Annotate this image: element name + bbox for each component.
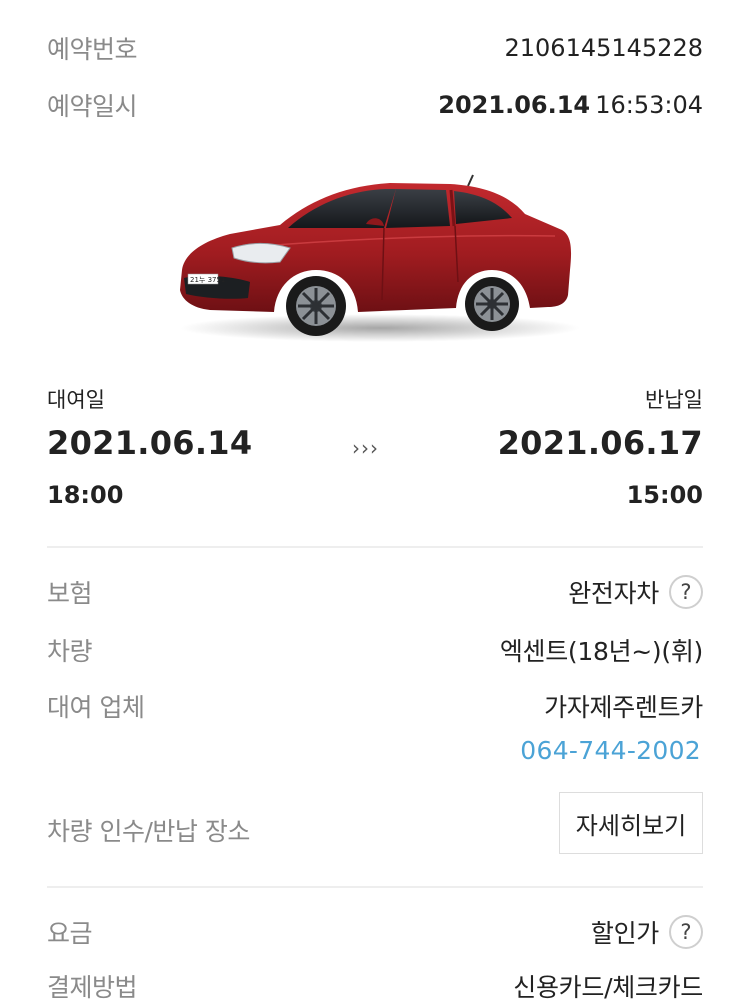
reservation-number-label: 예약번호 — [47, 35, 138, 64]
fee-value: 할인가 — [590, 919, 659, 948]
insurance-value-group: 완전자차 ? — [568, 574, 703, 610]
company-row: 대여 업체 가자제주렌트카 — [47, 688, 703, 724]
reservation-datetime: 2021.06.14 16:53:04 — [438, 91, 703, 119]
reservation-time-value: 16:53:04 — [595, 91, 703, 119]
fee-label: 요금 — [47, 919, 93, 948]
location-row: 차량 인수/반납 장소 — [47, 812, 250, 848]
car-image: 21누 3751 — [170, 170, 580, 350]
divider — [47, 886, 703, 888]
company-value: 가자제주렌트카 — [544, 693, 703, 722]
return-label: 반납일 — [645, 388, 703, 412]
reservation-number-row: 예약번호 2106145145228 — [47, 30, 703, 66]
insurance-row: 보험 완전자차 ? — [47, 574, 703, 610]
reservation-number-value: 2106145145228 — [504, 34, 703, 62]
vehicle-value: 엑센트(18년~)(휘) — [499, 637, 703, 666]
pickup-time: 18:00 — [47, 481, 124, 509]
payment-row: 결제방법 신용카드/체크카드 — [47, 968, 703, 1004]
location-label: 차량 인수/반납 장소 — [47, 817, 250, 846]
vehicle-row: 차량 엑센트(18년~)(휘) — [47, 632, 703, 668]
pickup-date: 2021.06.14 — [47, 424, 253, 462]
company-label: 대여 업체 — [47, 693, 145, 722]
return-time: 15:00 — [626, 481, 703, 509]
reservation-date-value: 2021.06.14 — [438, 91, 591, 119]
fee-row: 요금 할인가 ? — [47, 914, 703, 950]
reservation-date-row: 예약일시 2021.06.14 16:53:04 — [47, 87, 703, 123]
license-plate: 21누 3751 — [190, 276, 225, 284]
fee-help-icon[interactable]: ? — [669, 915, 703, 949]
payment-label: 결제방법 — [47, 973, 138, 1002]
chevrons-right-icon: ››› — [352, 436, 379, 460]
insurance-help-icon[interactable]: ? — [669, 575, 703, 609]
reservation-date-label: 예약일시 — [47, 92, 138, 121]
insurance-label: 보험 — [47, 579, 93, 608]
pickup-label: 대여일 — [47, 388, 105, 412]
vehicle-label: 차량 — [47, 637, 93, 666]
car-illustration: 21누 3751 — [180, 174, 580, 342]
return-date: 2021.06.17 — [497, 424, 703, 462]
company-phone-link[interactable]: 064-744-2002 — [520, 736, 701, 765]
view-details-button[interactable]: 자세히보기 — [559, 792, 703, 854]
fee-value-group: 할인가 ? — [591, 914, 703, 950]
payment-value: 신용카드/체크카드 — [513, 973, 703, 1002]
insurance-value: 완전자차 — [568, 579, 659, 608]
divider — [47, 546, 703, 548]
